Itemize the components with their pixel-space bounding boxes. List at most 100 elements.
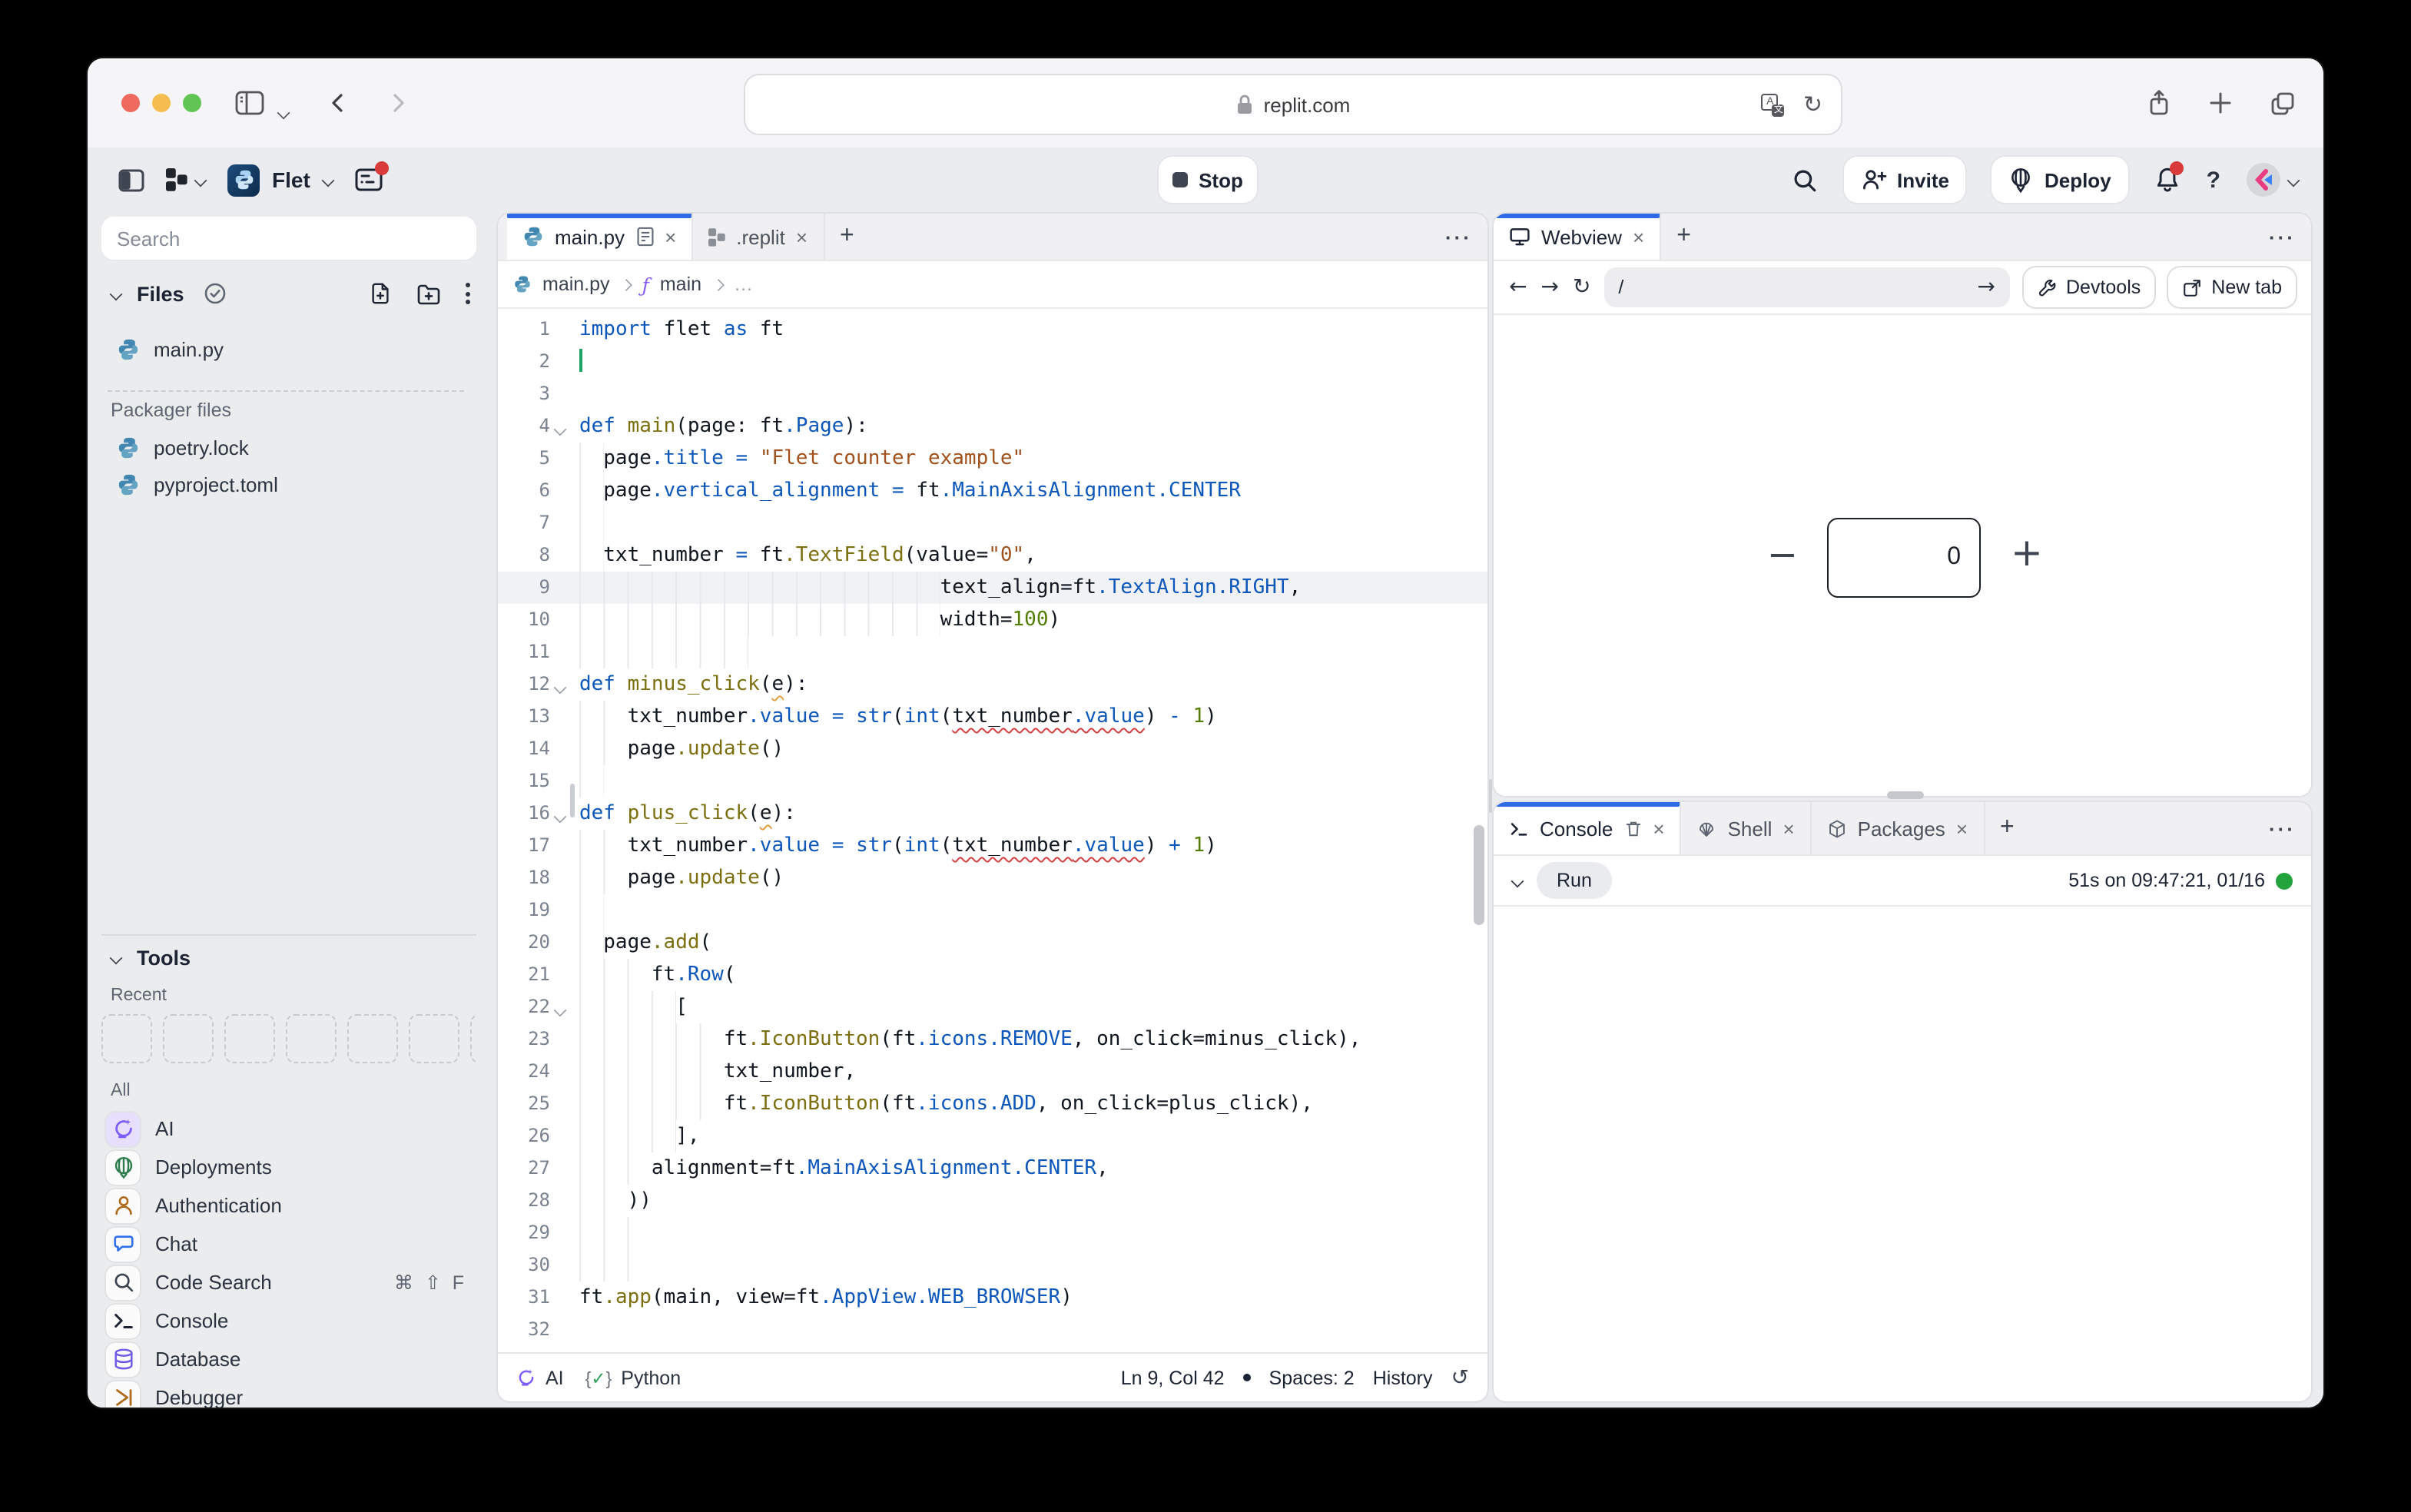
console-output[interactable] [1494,907,2311,1401]
code-line[interactable]: 20page.add( [498,927,1487,959]
webview-url-input[interactable]: / → [1604,267,2009,307]
tab-console[interactable]: Console × [1494,802,1682,854]
share-icon[interactable] [2147,89,2171,117]
code-line[interactable]: 14page.update() [498,733,1487,765]
changelog-icon[interactable] [355,167,383,192]
code-line[interactable]: 3 [498,378,1487,410]
code-line[interactable]: 31ft.app(main, view=ft.AppView.WEB_BROWS… [498,1282,1487,1314]
counter-plus-button[interactable]: + [2008,530,2045,575]
tab-main-py[interactable]: main.py × [507,214,693,260]
collapse-chevron-icon[interactable] [1511,874,1524,887]
add-tab-icon[interactable]: + [1985,802,2030,854]
close-tab-icon[interactable]: × [1956,818,1968,838]
open-new-tab-button[interactable]: New tab [2168,267,2296,307]
code-line[interactable]: 5page.title = "Flet counter example" [498,443,1487,475]
breadcrumb[interactable]: main.py ƒ main … [498,261,1487,309]
new-tab-icon[interactable] [2208,91,2233,115]
code-line[interactable]: 26], [498,1120,1487,1152]
stop-button[interactable]: Stop [1159,157,1257,203]
cursor-position[interactable]: Ln 9, Col 42 [1121,1367,1225,1388]
go-arrow-icon[interactable]: → [1978,275,1995,300]
file-item-main-py[interactable]: main.py [101,330,476,367]
help-icon[interactable]: ? [2207,167,2220,193]
tab-replit[interactable]: .replit × [693,214,824,260]
sidebar-item-chat[interactable]: Chat [101,1225,476,1263]
webview-forward-icon[interactable]: → [1540,275,1558,300]
notifications-bell-icon[interactable] [2154,166,2181,194]
counter-minus-button[interactable]: − [1764,533,1801,576]
sidebar-item-database[interactable]: Database [101,1340,476,1378]
code-line[interactable]: 8txt_number = ft.TextField(value="0", [498,539,1487,572]
code-line[interactable]: 2 [498,346,1487,378]
reload-icon[interactable]: ↻ [1803,91,1822,118]
sidebar-item-debugger[interactable]: Debugger [101,1378,476,1408]
collapse-chevron-icon[interactable] [110,951,123,964]
code-line[interactable]: 1import flet as ft [498,313,1487,346]
address-bar[interactable]: replit.com A文 ↻ [744,74,1842,135]
code-line[interactable]: 25ft.IconButton(ft.icons.ADD, on_click=p… [498,1088,1487,1120]
tab-shell[interactable]: Shell × [1682,802,1812,854]
code-line[interactable]: 6page.vertical_alignment = ft.MainAxisAl… [498,475,1487,507]
code-line[interactable]: 11 [498,636,1487,668]
project-menu[interactable]: Flet [227,164,333,196]
new-file-icon[interactable] [369,281,392,306]
close-tab-icon[interactable]: × [796,227,808,247]
code-line[interactable]: 10width=100) [498,604,1487,636]
close-tab-icon[interactable]: × [1653,818,1664,838]
code-line[interactable]: 30 [498,1249,1487,1282]
sidebar-item-ai[interactable]: AI [101,1109,476,1148]
code-line[interactable]: 23ft.IconButton(ft.icons.REMOVE, on_clic… [498,1023,1487,1056]
ai-status-item[interactable]: AI [516,1367,564,1388]
new-folder-icon[interactable] [416,282,441,305]
devtools-button[interactable]: Devtools [2023,267,2154,307]
add-tab-icon[interactable]: + [1661,214,1706,260]
sidebar-item-code-search[interactable]: Code Search⌘ ⇧ F [101,1263,476,1301]
code-line[interactable]: 29 [498,1217,1487,1249]
history-button[interactable]: History [1373,1367,1433,1388]
invite-button[interactable]: Invite [1843,157,1966,203]
editor-scrollbar[interactable] [1474,825,1484,925]
fold-chevron-icon[interactable] [554,681,567,695]
code-line[interactable]: 27alignment=ft.MainAxisAlignment.CENTER, [498,1152,1487,1185]
repl-switcher[interactable] [166,167,206,192]
code-line[interactable]: 7 [498,507,1487,539]
translate-icon[interactable]: A文 [1762,93,1785,116]
close-window-button[interactable] [121,94,140,112]
file-item-poetry-lock[interactable]: poetry.lock [101,429,476,466]
code-line[interactable]: 22[ [498,991,1487,1023]
webview-more-icon[interactable]: ··· [2269,214,2296,260]
tab-packages[interactable]: Packages × [1812,802,1985,854]
code-line[interactable]: 12def minus_click(e): [498,668,1487,701]
code-line[interactable]: 16def plus_click(e): [498,797,1487,830]
webview-back-icon[interactable]: ← [1509,275,1527,300]
account-menu[interactable] [2247,163,2299,197]
back-icon[interactable] [326,91,350,115]
search-icon[interactable] [1791,167,1817,193]
history-clock-icon[interactable]: ↺ [1451,1365,1469,1390]
trash-icon[interactable] [1623,818,1642,838]
sidebar-resize-handle[interactable] [570,784,575,817]
webview-reload-icon[interactable]: ↻ [1573,275,1590,300]
console-resize-handle[interactable] [1887,791,1924,799]
run-badge[interactable]: Run [1537,862,1612,899]
file-item-pyproject-toml[interactable]: pyproject.toml [101,466,476,502]
counter-textfield[interactable]: 0 [1827,518,1981,598]
add-tab-icon[interactable]: + [824,214,870,260]
sidebar-item-console[interactable]: Console [101,1301,476,1340]
close-tab-icon[interactable]: × [1633,227,1644,247]
deploy-button[interactable]: Deploy [1992,157,2128,203]
code-line[interactable]: 21ft.Row( [498,959,1487,991]
code-line[interactable]: 13txt_number.value = str(int(txt_number.… [498,701,1487,733]
forward-icon[interactable] [386,91,410,115]
fold-chevron-icon[interactable] [554,1004,567,1017]
code-line[interactable]: 15 [498,765,1487,797]
code-line[interactable]: 32 [498,1314,1487,1346]
sidebar-chevron-icon[interactable] [278,98,289,126]
code-line[interactable]: 17txt_number.value = str(int(txt_number.… [498,830,1487,862]
tab-overview-icon[interactable] [2270,90,2296,116]
files-menu-icon[interactable] [466,283,470,304]
code-line[interactable]: 24txt_number, [498,1056,1487,1088]
close-tab-icon[interactable]: × [1783,818,1794,838]
minimize-window-button[interactable] [152,94,171,112]
panes-resize-handle[interactable] [1489,779,1492,813]
